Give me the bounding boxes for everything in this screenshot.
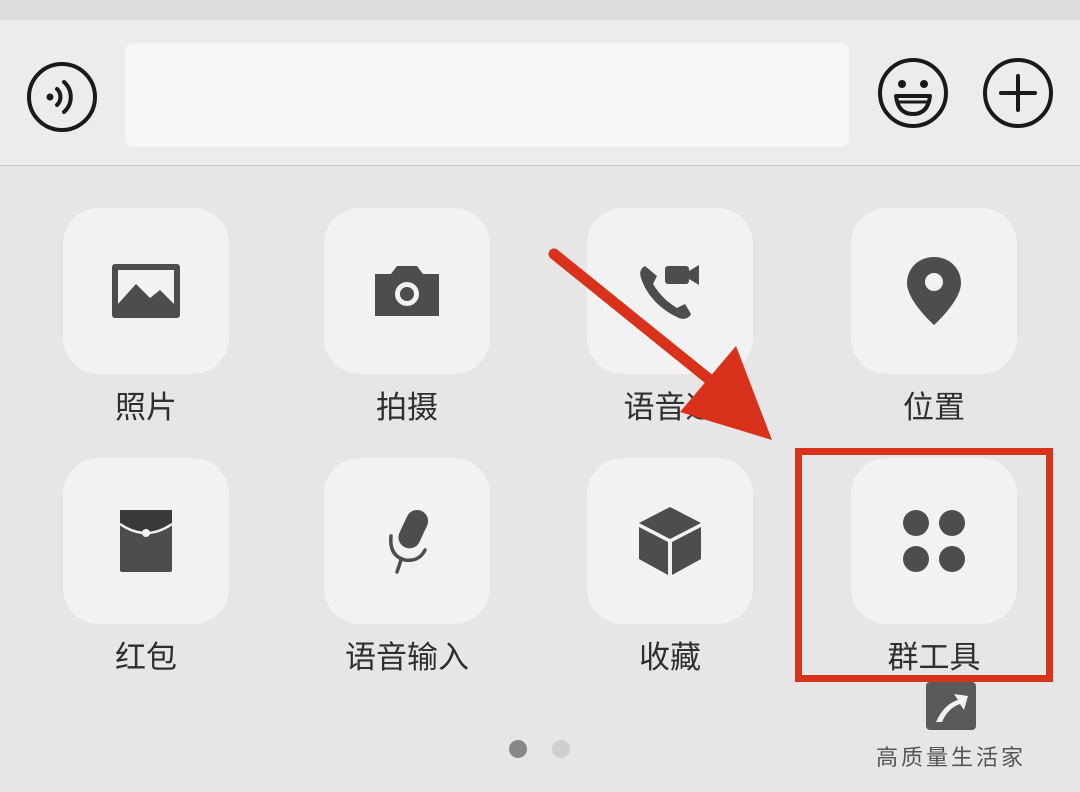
microphone-icon [389,510,429,574]
favorites-button[interactable] [587,458,753,624]
message-input[interactable] [125,43,849,147]
camera-label: 拍摄 [376,390,438,426]
voice-wave-icon [27,62,97,132]
voice-input-label: 语音输入 [345,640,469,676]
location-pin-icon [907,257,961,325]
camera-icon [375,266,439,316]
emoji-button[interactable] [876,56,950,130]
photo-button[interactable] [63,208,229,374]
camera-button[interactable] [324,208,490,374]
voice-input-button[interactable] [324,458,490,624]
status-strip [0,0,1080,20]
watermark-logo [926,682,976,730]
annotation-arrow [548,248,772,440]
more-functions-button[interactable] [981,56,1055,130]
favorites-cube-icon [639,507,701,575]
red-envelope-button[interactable] [63,458,229,624]
smiley-face-icon [878,58,948,128]
page-dot-active [509,740,527,758]
favorites-label: 收藏 [639,640,701,676]
red-envelope-label: 红包 [115,640,177,676]
plus-circle-icon [983,58,1053,128]
location-label: 位置 [903,390,965,426]
photo-icon [112,264,180,318]
watermark-text: 高质量生活家 [875,746,1026,771]
voice-toggle-button[interactable] [26,61,98,133]
page-dot [552,740,570,758]
annotation-highlight-box [795,448,1053,682]
location-button[interactable] [851,208,1017,374]
chat-input-bar [0,20,1080,166]
red-envelope-icon [119,510,173,572]
photo-label: 照片 [115,390,177,426]
